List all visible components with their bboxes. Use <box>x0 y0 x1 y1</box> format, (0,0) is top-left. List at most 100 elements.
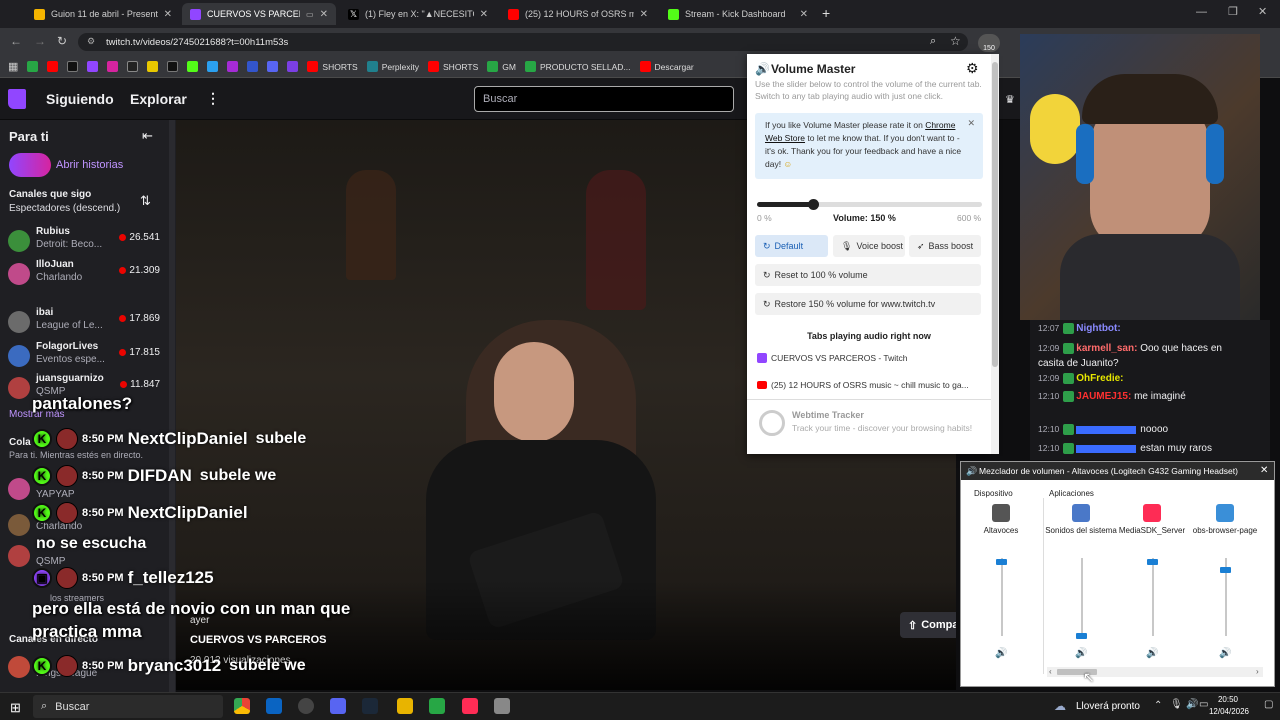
volume-slider-thumb[interactable] <box>1147 558 1158 565</box>
tab-kick[interactable]: Stream - Kick Dashboard ✕ <box>660 3 816 25</box>
bookmark-x-purple-icon[interactable] <box>227 61 239 72</box>
bass-boost-button[interactable]: ➶ Bass boost <box>909 235 981 257</box>
chat-username[interactable]: JAUMEJ15: <box>1076 391 1131 402</box>
chat-username[interactable]: Nightbot: <box>1076 323 1120 334</box>
close-window-button[interactable]: ✕ <box>1258 5 1267 18</box>
outlook-taskbar-icon[interactable] <box>266 698 282 714</box>
restore-button[interactable]: ❐ <box>1228 5 1238 18</box>
bookmark-perplexity[interactable]: Perplexity <box>366 61 419 72</box>
close-mixer-button[interactable]: ✕ <box>1260 465 1268 476</box>
mute-speaker-icon[interactable]: 🔊 <box>1219 648 1231 659</box>
bookmark-c-icon[interactable] <box>147 61 159 72</box>
tab-youtube[interactable]: (25) 12 HOURS of OSRS mu ✕ <box>500 3 656 25</box>
twitch-search-input[interactable]: Buscar <box>474 86 734 112</box>
close-tab-icon[interactable]: ✕ <box>800 9 808 20</box>
chat-username[interactable]: karmell_san: <box>1076 343 1137 354</box>
audio-tab-youtube[interactable]: (25) 12 HOURS of OSRS music ~ chill musi… <box>751 374 985 396</box>
nav-following[interactable]: Siguiendo <box>46 91 114 107</box>
sidebar-channel[interactable]: ibai League of Le... 17.869 <box>8 307 168 337</box>
nav-explore[interactable]: Explorar <box>130 91 187 107</box>
youtube-bookmark-icon[interactable] <box>47 61 59 72</box>
chat-username[interactable]: OhFredie: <box>1076 373 1123 384</box>
mic-tray-icon[interactable]: 🎙 <box>1170 699 1183 710</box>
mixer-horizontal-scrollbar[interactable]: ‹ › <box>1047 667 1263 677</box>
channel-avatar[interactable] <box>8 545 30 567</box>
bookmark-shorts-2[interactable]: SHORTS <box>428 61 478 72</box>
close-tab-icon[interactable]: ✕ <box>164 9 172 20</box>
sidebar-channel[interactable]: IlloJuan Charlando 21.309 <box>8 259 168 289</box>
close-tab-icon[interactable]: ✕ <box>480 9 488 20</box>
bookmark-purple-icon[interactable] <box>287 61 299 72</box>
volume-slider-track[interactable] <box>1001 558 1003 636</box>
obs-taskbar-icon[interactable] <box>298 698 314 714</box>
mute-speaker-icon[interactable]: 🔊 <box>1075 648 1087 659</box>
close-tab-icon[interactable]: ✕ <box>640 9 648 20</box>
back-icon[interactable]: ← <box>10 34 22 48</box>
taskbar-search-input[interactable]: ⌕ Buscar <box>33 695 223 718</box>
site-info-icon[interactable]: ⚙ <box>87 36 95 47</box>
tray-expand-icon[interactable]: ⌃ <box>1154 700 1162 711</box>
channel-avatar[interactable] <box>8 478 30 500</box>
forward-icon[interactable]: → <box>34 34 46 48</box>
share-button[interactable]: ⇧ Compa <box>900 612 956 638</box>
shield-taskbar-icon[interactable] <box>494 698 510 714</box>
promo-title[interactable]: Webtime Tracker <box>792 410 864 420</box>
sidebar-channel[interactable]: FolagorLives Eventos espe... 17.815 <box>8 341 168 371</box>
tab-twitch[interactable]: CUERVOS VS PARCEROS - T ▭ ✕ <box>182 3 336 25</box>
twitch-logo-icon[interactable] <box>8 89 26 109</box>
download-bookmark-icon[interactable] <box>127 61 139 72</box>
open-stories-link[interactable]: Abrir historias <box>56 159 123 171</box>
sheets-bookmark-icon[interactable] <box>27 61 39 72</box>
apps-grid-icon[interactable]: ▦ <box>8 60 18 73</box>
restore-volume-button[interactable]: ↻ Restore 150 % volume for www.twitch.tv <box>755 293 981 315</box>
mute-tab-icon[interactable]: ▭ <box>306 10 314 19</box>
tiktok-bookmark-icon[interactable] <box>167 61 179 72</box>
volume-slider-track[interactable] <box>1152 558 1154 636</box>
voice-boost-button[interactable]: 🎙 Voice boost <box>833 235 905 257</box>
url-bar[interactable]: ⚙ twitch.tv/videos/2745021688?t=00h11m53… <box>78 33 968 51</box>
zoom-icon[interactable]: ⌕ <box>930 35 936 48</box>
bookmark-star-icon[interactable]: ☆ <box>950 34 961 48</box>
volume-slider-thumb[interactable] <box>1220 566 1231 573</box>
chrome-taskbar-icon[interactable] <box>234 698 250 714</box>
bookmark-shorts[interactable]: SHORTS <box>307 61 358 72</box>
app-taskbar-icon[interactable] <box>429 698 445 714</box>
collapse-sidebar-icon[interactable]: ⇤ <box>142 128 153 144</box>
reload-icon[interactable]: ↻ <box>57 34 67 48</box>
bookmark-gm[interactable]: GM <box>487 61 516 72</box>
sidebar-channel[interactable]: Rubius Detroit: Beco... 26.541 <box>8 226 168 256</box>
scroll-left-icon[interactable]: ‹ <box>1049 667 1052 676</box>
crown-icon[interactable]: ♛ <box>1005 93 1015 106</box>
discord-taskbar-icon[interactable] <box>330 698 346 714</box>
x-bookmark-icon[interactable] <box>67 61 79 72</box>
twitch-bookmark-icon[interactable] <box>87 61 99 72</box>
weather-text[interactable]: Lloverá pronto <box>1076 701 1140 712</box>
mute-speaker-icon[interactable]: 🔊 <box>995 648 1007 659</box>
audio-tab-twitch[interactable]: CUERVOS VS PARCEROS - Twitch <box>751 347 985 369</box>
settings-gear-icon[interactable]: ⚙ <box>966 60 979 77</box>
instagram-bookmark-icon[interactable] <box>107 61 119 72</box>
discord-bookmark-icon[interactable] <box>267 61 279 72</box>
new-tab-button[interactable]: + <box>822 5 830 21</box>
more-menu-icon[interactable]: ⋮ <box>206 90 220 107</box>
bookmark-descargar[interactable]: Descargar <box>639 61 694 72</box>
volume-slider-track[interactable] <box>757 199 982 210</box>
notifications-icon[interactable]: ▢ <box>1264 699 1273 710</box>
volume-slider-thumb[interactable] <box>1076 633 1087 639</box>
file-explorer-taskbar-icon[interactable] <box>397 698 413 714</box>
sort-icon[interactable]: ⇅ <box>140 193 151 209</box>
reset-volume-button[interactable]: ↻ Reset to 100 % volume <box>755 264 981 286</box>
volume-slider-track[interactable] <box>1081 558 1083 636</box>
channel-avatar[interactable] <box>8 514 30 536</box>
clock-date[interactable]: 12/04/2026 <box>1200 707 1258 716</box>
steam-taskbar-icon[interactable] <box>362 698 378 714</box>
popup-scrollbar-thumb[interactable] <box>992 62 998 367</box>
windows-start-icon[interactable]: ⊞ <box>10 700 21 716</box>
kick-bookmark-icon[interactable] <box>187 61 199 72</box>
bookmark-producto[interactable]: PRODUCTO SELLAD... <box>525 61 631 72</box>
volume-master-extension-icon[interactable]: 150 <box>978 34 1000 52</box>
tiktok-taskbar-icon[interactable] <box>462 698 478 714</box>
tab-guion[interactable]: Guion 11 de abril - Presentación ✕ <box>26 3 180 25</box>
bookmark-blue-icon[interactable] <box>207 61 219 72</box>
mute-speaker-icon[interactable]: 🔊 <box>1146 648 1158 659</box>
